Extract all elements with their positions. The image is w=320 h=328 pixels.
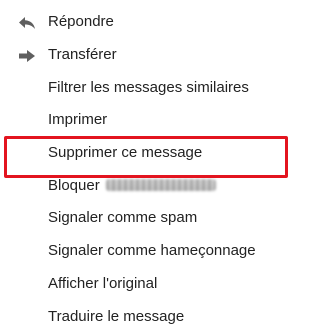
menu-item-report-spam[interactable]: Signaler comme spam [0, 202, 300, 234]
menu-item-forward[interactable]: Transférer [0, 39, 300, 71]
menu-item-label: Répondre [48, 13, 114, 30]
menu-item-label: Imprimer [48, 111, 108, 128]
menu-item-report-phishing[interactable]: Signaler comme hameçonnage [0, 235, 300, 267]
menu-item-label: Transférer [48, 46, 117, 63]
menu-item-reply[interactable]: Répondre [0, 6, 300, 38]
menu-item-label: Bloquer [48, 176, 216, 196]
redacted-sender-name [105, 179, 216, 191]
menu-item-label: Supprimer ce message [48, 144, 203, 161]
menu-item-label: Signaler comme hameçonnage [48, 242, 256, 259]
menu-item-label: Afficher l'original [48, 275, 158, 292]
forward-icon [18, 49, 36, 63]
menu-item-translate[interactable]: Traduire le message [0, 301, 300, 328]
menu-item-print[interactable]: Imprimer [0, 104, 300, 136]
reply-icon [18, 16, 36, 30]
menu-item-block[interactable]: Bloquer [0, 170, 300, 202]
block-label-text: Bloquer [48, 177, 100, 194]
menu-item-delete[interactable]: Supprimer ce message [0, 137, 300, 169]
menu-item-filter-similar[interactable]: Filtrer les messages similaires [0, 72, 300, 104]
context-menu: Répondre Transférer Filtrer les messages… [0, 0, 300, 328]
menu-item-label: Traduire le message [48, 308, 185, 325]
menu-item-label: Filtrer les messages similaires [48, 79, 249, 96]
menu-item-label: Signaler comme spam [48, 209, 198, 226]
menu-item-show-original[interactable]: Afficher l'original [0, 268, 300, 300]
